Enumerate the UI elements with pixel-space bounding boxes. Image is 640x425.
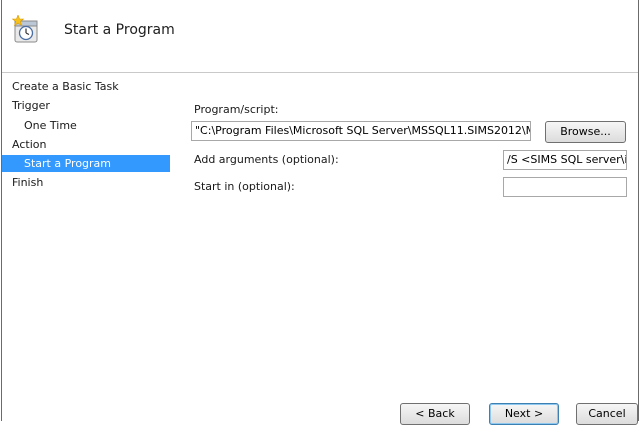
step-finish[interactable]: Finish <box>2 174 170 191</box>
cancel-button[interactable]: Cancel <box>576 403 638 425</box>
create-basic-task-wizard: Start a Program Create a Basic Task Trig… <box>1 0 639 425</box>
step-create-basic-task[interactable]: Create a Basic Task <box>2 78 170 95</box>
page-title: Start a Program <box>64 22 175 38</box>
program-script-label: Program/script: <box>194 103 279 116</box>
back-button[interactable]: < Back <box>400 403 470 425</box>
add-arguments-label: Add arguments (optional): <box>194 153 339 166</box>
start-in-label: Start in (optional): <box>194 180 295 193</box>
action-settings-panel: Program/script: "C:\Program Files\Micros… <box>191 73 638 373</box>
step-action[interactable]: Action <box>2 136 170 153</box>
add-arguments-input[interactable]: /S <SIMS SQL server\inst <box>503 150 627 170</box>
step-one-time[interactable]: One Time <box>2 117 170 134</box>
next-button[interactable]: Next > <box>489 403 559 425</box>
start-in-input[interactable] <box>503 177 627 197</box>
wizard-steps-sidebar: Create a Basic Task Trigger One Time Act… <box>2 73 172 421</box>
step-start-a-program[interactable]: Start a Program <box>2 155 170 172</box>
browse-button[interactable]: Browse... <box>545 121 626 143</box>
step-trigger[interactable]: Trigger <box>2 97 170 114</box>
scheduled-task-clock-icon <box>11 14 42 45</box>
program-script-input[interactable]: "C:\Program Files\Microsoft SQL Server\M… <box>191 121 531 141</box>
wizard-header: Start a Program <box>2 0 638 73</box>
